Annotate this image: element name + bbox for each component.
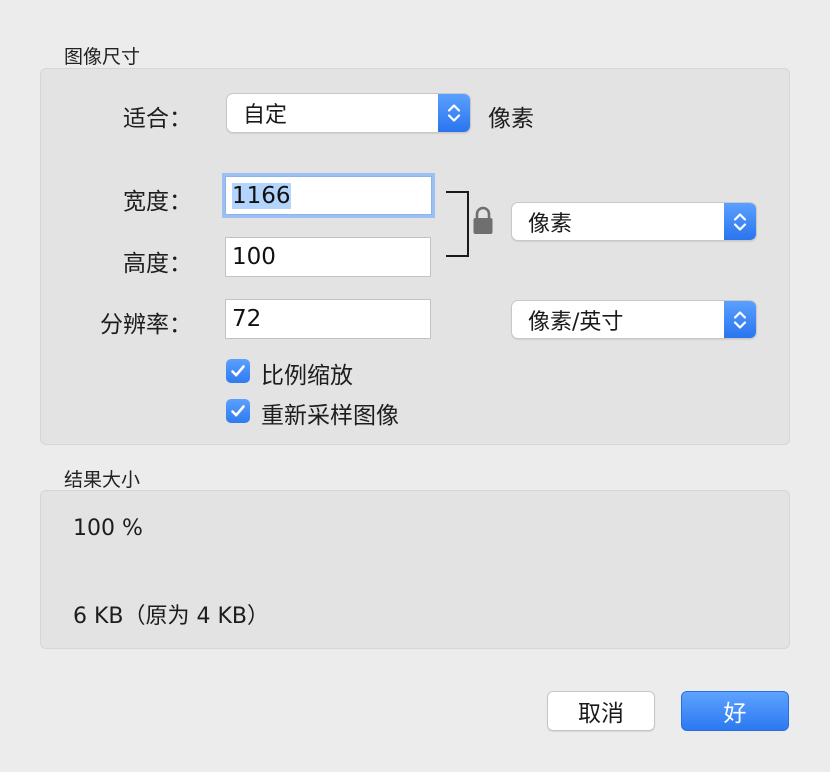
scale-proportionally-checkbox[interactable] [226,359,250,383]
result-percent: 100 % [73,516,143,541]
height-field-value: 100 [232,244,276,270]
resolution-label: 分辨率： [100,312,192,338]
chevron-updown-icon [724,301,756,338]
fit-unit-label: 像素 [488,106,534,132]
resolution-field-value: 72 [232,306,262,332]
height-field[interactable]: 100 [225,237,431,277]
resolution-unit-popup[interactable]: 像素/英寸 [511,300,757,339]
lock-icon[interactable] [472,205,494,235]
result-size-title: 结果大小 [64,469,141,491]
resample-label[interactable]: 重新采样图像 [261,396,399,430]
width-field-value: 1166 [232,182,291,209]
checkmark-icon [231,365,245,377]
resolution-field[interactable]: 72 [225,299,431,339]
fit-popup[interactable]: 自定 [226,93,471,133]
height-label: 高度： [123,251,192,277]
fit-label: 适合： [123,106,192,132]
resample-checkbox[interactable] [226,399,250,423]
width-field[interactable]: 1166 [225,176,432,215]
fit-popup-value: 自定 [243,103,288,128]
link-bracket [446,191,469,257]
chevron-updown-icon [438,94,470,132]
scale-proportionally-label[interactable]: 比例缩放 [261,356,353,390]
result-file-size: 6 KB（原为 4 KB） [73,604,270,629]
width-label: 宽度： [123,189,192,215]
chevron-updown-icon [724,203,756,240]
resolution-unit-popup-value: 像素/英寸 [528,309,624,335]
cancel-button[interactable]: 取消 [547,691,655,731]
image-size-title: 图像尺寸 [64,46,141,68]
size-unit-popup-value: 像素 [528,211,573,237]
size-unit-popup[interactable]: 像素 [511,202,757,241]
checkmark-icon [231,405,245,417]
ok-button[interactable]: 好 [681,691,789,731]
